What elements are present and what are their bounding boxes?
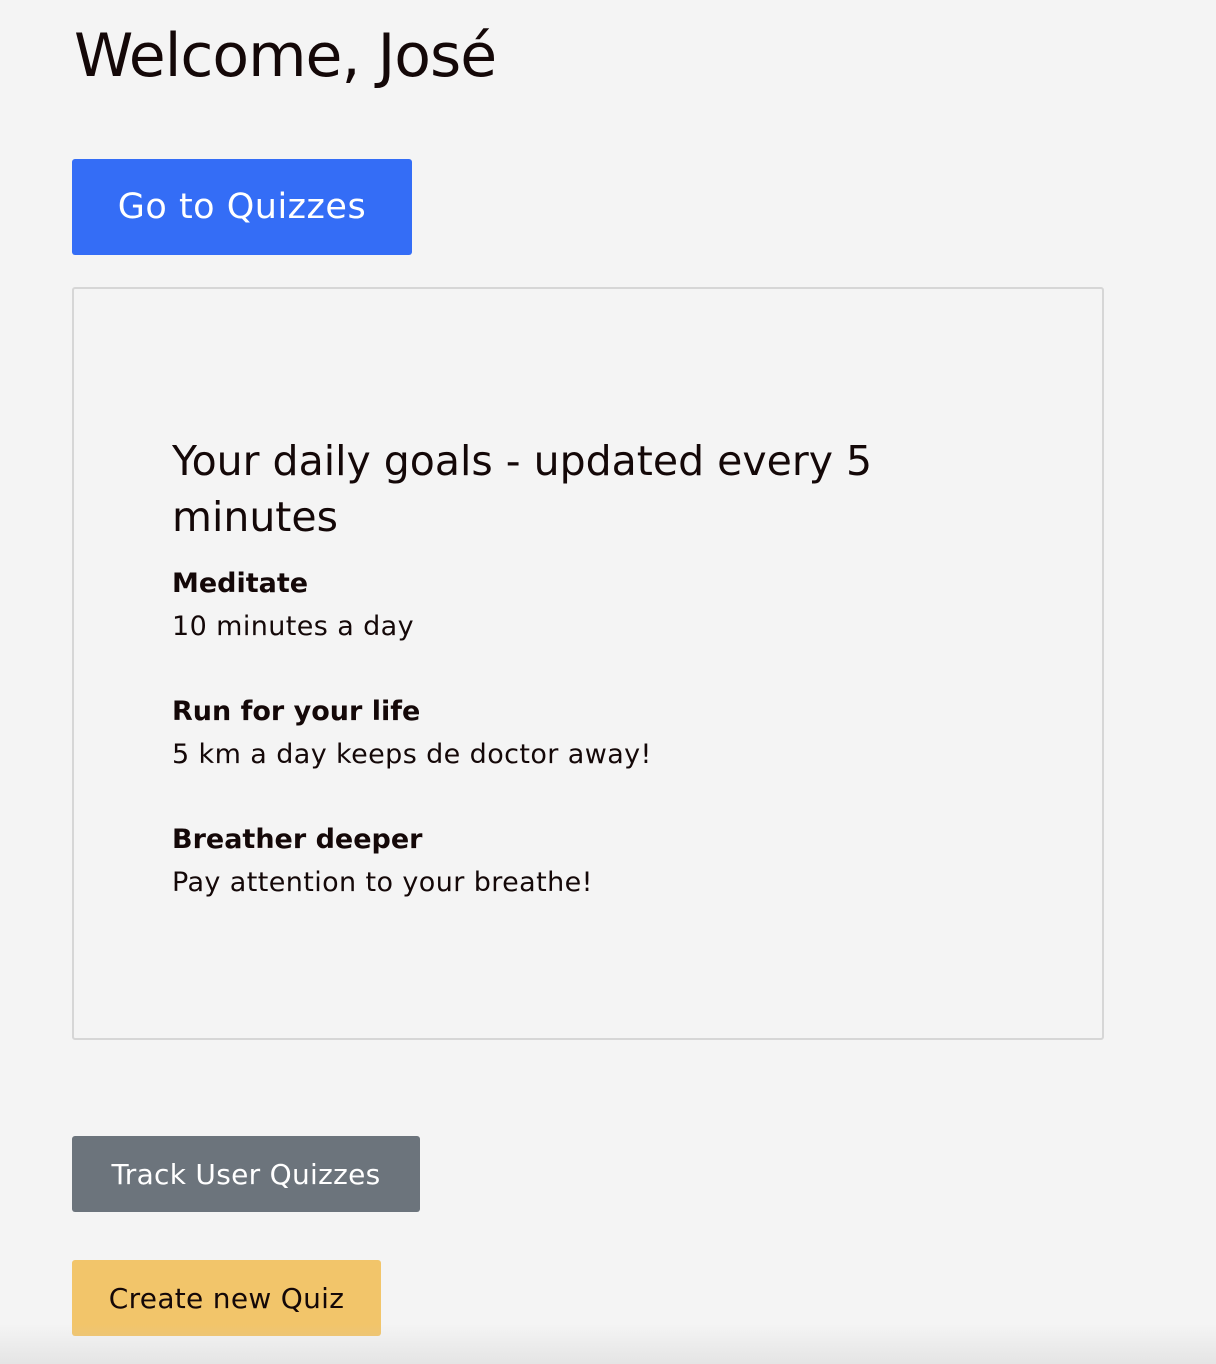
goal-item: Run for your life 5 km a day keeps de do… bbox=[172, 693, 652, 821]
goal-item: Meditate 10 minutes a day bbox=[172, 565, 652, 693]
goal-description: 5 km a day keeps de doctor away! bbox=[172, 739, 652, 770]
goal-description: 10 minutes a day bbox=[172, 611, 415, 642]
daily-goals-card: Your daily goals - updated every 5 minut… bbox=[72, 287, 1104, 1040]
goal-description: Pay attention to your breathe! bbox=[172, 867, 593, 898]
go-to-quizzes-button[interactable]: Go to Quizzes bbox=[72, 159, 412, 255]
goal-item: Breather deeper Pay attention to your br… bbox=[172, 821, 652, 949]
goals-heading: Your daily goals - updated every 5 minut… bbox=[172, 437, 873, 541]
goal-list: Meditate 10 minutes a day Run for your l… bbox=[172, 565, 652, 949]
goal-name: Breather deeper bbox=[172, 824, 423, 855]
page-title: Welcome, José bbox=[74, 21, 497, 91]
goal-name: Run for your life bbox=[172, 696, 421, 727]
track-user-quizzes-button[interactable]: Track User Quizzes bbox=[72, 1136, 420, 1212]
goal-name: Meditate bbox=[172, 568, 309, 599]
create-new-quiz-button[interactable]: Create new Quiz bbox=[72, 1260, 381, 1336]
